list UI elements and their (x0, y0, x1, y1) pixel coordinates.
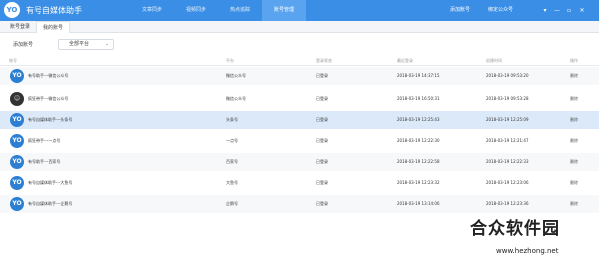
nav-hot-topics[interactable]: 热点追踪 (218, 0, 262, 21)
account-name: 疯狂带手---一点号 (28, 138, 61, 143)
table-row[interactable]: YO 疯狂带手---一点号 一点号 已登录 2018-03-19 12:22:3… (0, 132, 599, 150)
created-cell: 2018-03-19 12:25:09 (486, 117, 529, 122)
close-icon[interactable]: ✕ (577, 0, 587, 21)
status-cell: 已登录 (316, 180, 328, 185)
last-login-cell: 2018-03-19 12:23:32 (397, 180, 440, 185)
toolbar: 添加账号 全部平台 ⌄ (0, 38, 599, 52)
avatar: YO (10, 197, 24, 211)
avatar: ☺ (10, 92, 24, 106)
nav-video-sync[interactable]: 视频同步 (174, 0, 218, 21)
created-cell: 2018-03-19 12:22:33 (486, 159, 529, 164)
delete-link[interactable]: 删除 (570, 180, 578, 186)
table-row[interactable]: YO 有号助手---微信公众号 微信公众号 已登录 2018-03-19 14:… (0, 67, 599, 85)
column-header-created: 创建时间 (486, 58, 502, 63)
main-nav: 文章同步 视频同步 热点追踪 账号管理 (130, 0, 306, 21)
table-row[interactable]: YO 有号自媒体助手---头条号 头条号 已登录 2018-03-19 12:2… (0, 111, 599, 129)
last-login-cell: 2018-03-19 12:22:30 (397, 138, 440, 143)
restore-icon[interactable]: ▫ (564, 0, 574, 21)
add-account-link[interactable]: 添加账号 (450, 0, 470, 21)
platform-cell: 头条号 (226, 117, 238, 122)
table-row[interactable]: YO 有号自媒体助手---大鱼号 大鱼号 已登录 2018-03-19 12:2… (0, 174, 599, 192)
app-title: 有号自媒体助手 (26, 6, 82, 15)
platform-cell: 一点号 (226, 138, 238, 143)
title-bar: YO 有号自媒体助手 文章同步 视频同步 热点追踪 账号管理 添加账号 绑定公众… (0, 0, 599, 21)
created-cell: 2018-03-19 12:23:06 (486, 180, 529, 185)
nav-article-sync[interactable]: 文章同步 (130, 0, 174, 21)
delete-link[interactable]: 删除 (570, 138, 578, 144)
nav-account-management[interactable]: 账号管理 (262, 0, 306, 21)
table-row[interactable]: YO 有号自媒体助手---企鹅号 企鹅号 已登录 2018-03-19 13:1… (0, 195, 599, 213)
avatar: YO (10, 69, 24, 83)
last-login-cell: 2018-03-19 14:37:15 (397, 73, 440, 78)
site-watermark: 合众软件园 www.hezhong.net (470, 212, 599, 260)
account-name: 疯狂带手---微信公众号 (28, 96, 69, 101)
tab-account-login[interactable]: 账号登录 (4, 21, 36, 33)
avatar: YO (10, 113, 24, 127)
created-cell: 2018-03-19 12:23:36 (486, 201, 529, 206)
last-login-cell: 2018-03-19 12:25:43 (397, 117, 440, 122)
account-name: 有号自媒体助手---头条号 (28, 117, 73, 122)
account-name: 有号自媒体助手---大鱼号 (28, 180, 73, 185)
created-cell: 2018-03-19 09:53:28 (486, 96, 529, 101)
table-row[interactable]: ☺ 疯狂带手---微信公众号 微信公众号 已登录 2018-03-19 16:5… (0, 90, 599, 108)
account-name: 有号助手---百家号 (28, 159, 61, 164)
status-cell: 已登录 (316, 138, 328, 143)
account-name: 有号自媒体助手---企鹅号 (28, 201, 73, 206)
platform-cell: 微信公众号 (226, 96, 246, 101)
delete-link[interactable]: 删除 (570, 73, 578, 79)
delete-link[interactable]: 删除 (570, 201, 578, 207)
delete-link[interactable]: 删除 (570, 159, 578, 165)
platform-cell: 微信公众号 (226, 73, 246, 78)
platform-cell: 大鱼号 (226, 180, 238, 185)
column-header-action: 操作 (570, 58, 578, 63)
last-login-cell: 2018-03-19 13:14:06 (397, 201, 440, 206)
status-cell: 已登录 (316, 201, 328, 206)
table-header: 账号 平台 登录状态 最近登录 创建时间 操作 (0, 57, 599, 66)
column-header-status: 登录状态 (316, 58, 332, 63)
sub-tabs: 账号登录 我的账号 (0, 21, 599, 33)
platform-select[interactable]: 全部平台 ⌄ (58, 39, 114, 50)
platform-select-value: 全部平台 (69, 41, 90, 47)
column-header-platform: 平台 (226, 58, 234, 63)
avatar: YO (10, 155, 24, 169)
bind-wechat-link[interactable]: 绑定公众号 (488, 0, 513, 21)
delete-link[interactable]: 删除 (570, 117, 578, 123)
column-header-last-login: 最近登录 (397, 58, 413, 63)
avatar: YO (10, 134, 24, 148)
status-cell: 已登录 (316, 96, 328, 101)
add-account-button[interactable]: 添加账号 (8, 40, 38, 50)
last-login-cell: 2018-03-19 12:22:58 (397, 159, 440, 164)
status-cell: 已登录 (316, 73, 328, 78)
chevron-down-icon: ⌄ (104, 41, 109, 47)
tab-my-accounts[interactable]: 我的账号 (36, 21, 71, 33)
watermark-title: 合众软件园 (470, 219, 560, 239)
created-cell: 2018-03-19 12:21:47 (486, 138, 529, 143)
table-row[interactable]: YO 有号助手---百家号 百家号 已登录 2018-03-19 12:22:5… (0, 153, 599, 171)
status-cell: 已登录 (316, 117, 328, 122)
last-login-cell: 2018-03-19 16:50:31 (397, 96, 440, 101)
column-header-account: 账号 (9, 58, 17, 63)
watermark-url: www.hezhong.net (496, 247, 559, 255)
account-name: 有号助手---微信公众号 (28, 73, 69, 78)
status-cell: 已登录 (316, 159, 328, 164)
platform-cell: 企鹅号 (226, 201, 238, 206)
menu-chevron-icon[interactable]: ▾ (540, 0, 550, 21)
minimize-icon[interactable]: — (552, 0, 562, 21)
created-cell: 2018-03-19 09:53:20 (486, 73, 529, 78)
avatar: YO (10, 176, 24, 190)
platform-cell: 百家号 (226, 159, 238, 164)
delete-link[interactable]: 删除 (570, 96, 578, 102)
app-logo: YO (4, 2, 20, 18)
